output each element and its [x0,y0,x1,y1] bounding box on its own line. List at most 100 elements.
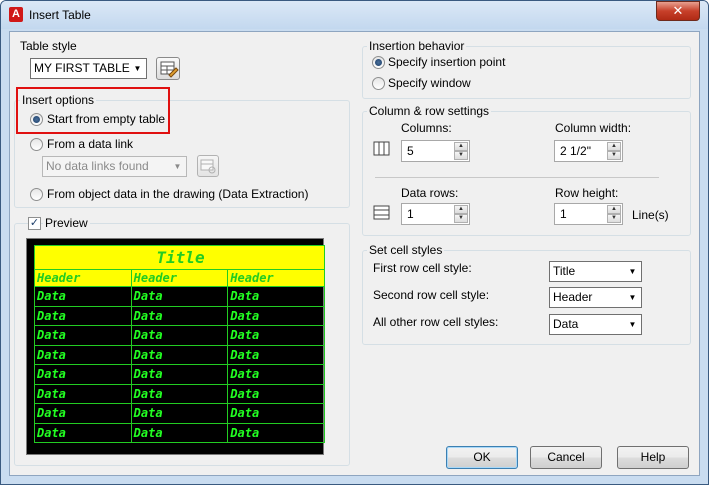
data-link-select[interactable]: No data links found ▼ [42,156,187,177]
other-rows-style-value: Data [553,317,579,331]
cancel-button[interactable]: Cancel [530,446,602,469]
preview-header-cell: Header [227,269,325,287]
other-rows-style-label: All other row cell styles: [373,315,499,329]
first-row-style-select[interactable]: Title ▼ [549,261,642,282]
table-style-edit-icon [160,61,179,78]
preview-data-cell: Data [227,286,325,307]
ok-button[interactable]: OK [446,446,518,469]
dialog-body: Table style MY FIRST TABLE ▼ Insert opti… [9,31,700,476]
specify-point-radio[interactable] [372,56,385,69]
second-row-style-select[interactable]: Header ▼ [549,287,642,308]
preview-data-cell: Data [227,364,325,385]
chevron-down-icon: ▼ [173,162,182,171]
preview-data-cell: Data [130,286,229,307]
data-rows-spinner[interactable]: 1 ▲ ▼ [401,203,470,225]
data-link-radio[interactable] [30,138,43,151]
preview-data-cell: Data [34,403,132,424]
help-button[interactable]: Help [617,446,689,469]
preview-data-cell: Data [34,344,132,365]
insertion-behavior-label: Insertion behavior [367,39,467,53]
chevron-down-icon: ▼ [628,267,637,276]
column-width-spinner[interactable]: 2 1/2" ▲ ▼ [554,140,623,162]
chevron-down-icon: ▼ [628,293,637,302]
spin-down-icon[interactable]: ▼ [454,214,468,223]
spin-down-icon[interactable]: ▼ [607,214,621,223]
column-width-value: 2 1/2" [560,144,591,158]
spin-up-icon[interactable]: ▲ [454,142,468,151]
first-row-style-label: First row cell style: [373,261,472,275]
preview-data-row: Data Data Data [34,286,325,307]
preview-data-cell: Data [227,383,325,404]
divider [375,177,659,178]
preview-data-cell: Data [227,305,325,326]
preview-data-row: Data Data Data [34,344,325,365]
row-height-spinner[interactable]: 1 ▲ ▼ [554,203,623,225]
column-width-label: Column width: [555,121,632,135]
insertion-behavior-group [362,46,691,99]
title-bar[interactable]: A Insert Table ✕ [1,1,708,29]
preview-data-row: Data Data Data [34,422,325,443]
second-row-style-value: Header [553,290,593,304]
table-style-value: MY FIRST TABLE [34,61,130,75]
preview-title-cell: Title [34,245,325,270]
preview-data-cell: Data [130,422,229,443]
insert-table-dialog: A Insert Table ✕ Table style MY FIRST TA… [0,0,709,485]
preview-data-cell: Data [34,383,132,404]
spin-up-icon[interactable]: ▲ [454,205,468,214]
chevron-down-icon: ▼ [133,64,142,73]
columns-label: Columns: [401,121,452,135]
spin-up-icon[interactable]: ▲ [607,142,621,151]
preview-data-cell: Data [34,305,132,326]
data-rows-value: 1 [407,207,414,221]
specify-point-label[interactable]: Specify insertion point [388,55,505,69]
second-row-style-label: Second row cell style: [373,288,490,302]
row-height-value: 1 [560,207,567,221]
data-link-label[interactable]: From a data link [47,137,133,151]
specify-window-label[interactable]: Specify window [388,76,471,90]
preview-data-row: Data Data Data [34,364,325,385]
preview-checkbox[interactable]: ✓ [28,217,41,230]
row-height-label: Row height: [555,186,619,200]
data-link-manager-button[interactable] [197,155,219,177]
preview-data-cell: Data [227,403,325,424]
preview-data-row: Data Data Data [34,383,325,404]
specify-window-radio[interactable] [372,77,385,90]
spin-down-icon[interactable]: ▼ [454,151,468,160]
preview-header-cell: Header [34,269,132,287]
spin-down-icon[interactable]: ▼ [607,151,621,160]
columns-spinner[interactable]: 5 ▲ ▼ [401,140,470,162]
columns-icon [373,141,390,156]
rows-icon [373,205,390,220]
preview-data-row: Data Data Data [34,403,325,424]
preview-data-cell: Data [130,364,229,385]
preview-data-cell: Data [130,403,229,424]
column-row-settings-label: Column & row settings [367,104,492,118]
table-preview: Title Header Header Header Data Data Data D… [26,238,325,455]
data-link-icon [200,159,216,174]
preview-data-cell: Data [34,364,132,385]
table-style-select[interactable]: MY FIRST TABLE ▼ [30,58,147,79]
preview-header-cell: Header [130,269,229,287]
preview-data-cell: Data [130,325,229,346]
launch-table-style-dialog-button[interactable] [156,57,180,80]
dialog-title: Insert Table [29,8,91,22]
object-data-label[interactable]: From object data in the drawing (Data Ex… [47,187,308,201]
table-style-label: Table style [20,39,77,53]
object-data-radio[interactable] [30,188,43,201]
preview-data-cell: Data [227,325,325,346]
cell-styles-label: Set cell styles [367,243,445,257]
preview-data-row: Data Data Data [34,305,325,326]
other-rows-style-select[interactable]: Data ▼ [549,314,642,335]
preview-data-cell: Data [130,344,229,365]
preview-data-row: Data Data Data [34,325,325,346]
lines-unit-label: Line(s) [632,208,669,222]
preview-data-cell: Data [34,422,132,443]
chevron-down-icon: ▼ [628,320,637,329]
preview-label[interactable]: Preview [43,216,90,230]
preview-data-cell: Data [130,383,229,404]
data-link-value: No data links found [46,159,149,173]
highlight-box [16,87,170,134]
data-rows-label: Data rows: [401,186,459,200]
spin-up-icon[interactable]: ▲ [607,205,621,214]
close-button[interactable]: ✕ [656,1,700,21]
